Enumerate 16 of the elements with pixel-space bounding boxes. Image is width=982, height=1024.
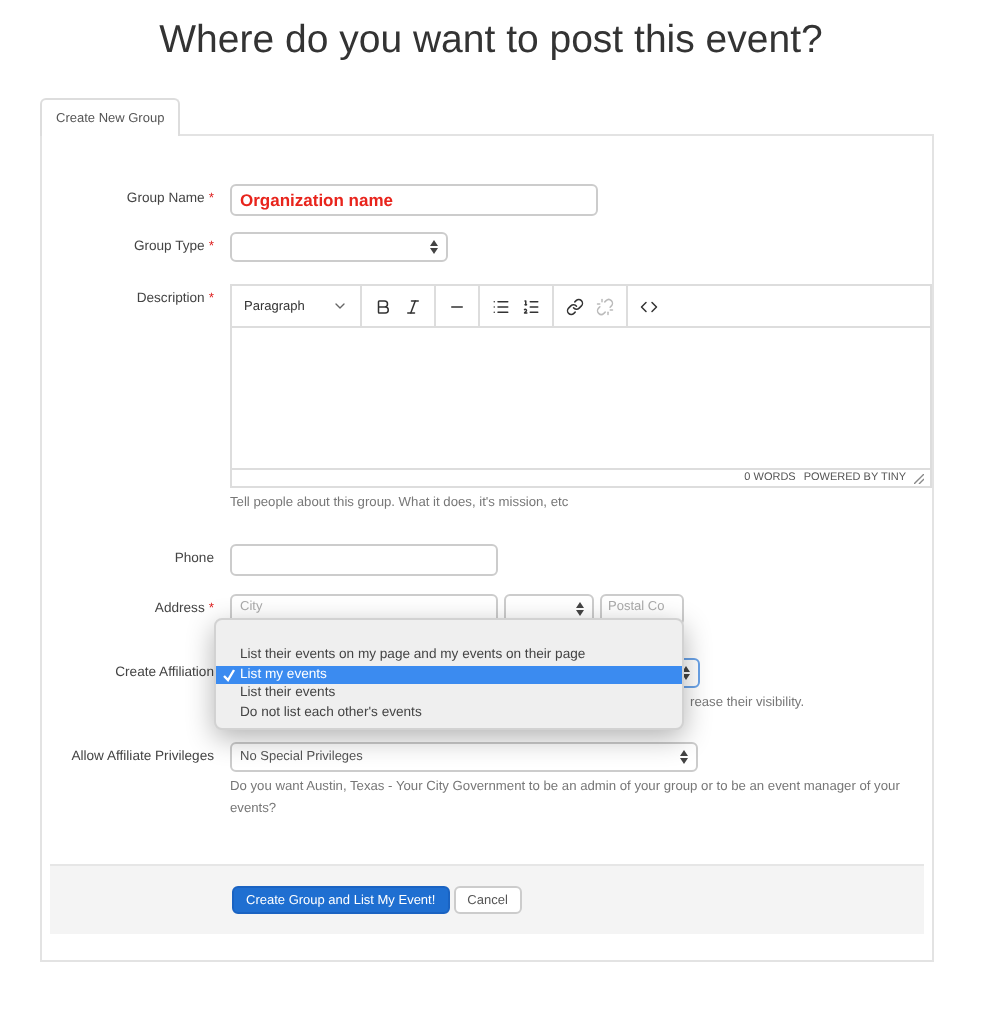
bold-icon[interactable] bbox=[374, 297, 393, 315]
select-arrows-icon bbox=[680, 750, 688, 764]
checkmark-icon bbox=[222, 667, 236, 682]
link-icon[interactable] bbox=[566, 297, 585, 315]
phone-field[interactable] bbox=[230, 544, 498, 576]
group-name-field[interactable]: Organization name bbox=[230, 184, 598, 216]
resize-handle-icon[interactable] bbox=[914, 473, 924, 483]
select-arrows-icon bbox=[576, 602, 584, 616]
italic-icon[interactable] bbox=[404, 297, 423, 315]
chevron-down-icon bbox=[332, 298, 349, 314]
code-icon[interactable] bbox=[640, 297, 659, 315]
numbered-list-icon[interactable] bbox=[522, 297, 541, 315]
page-title: Where do you want to post this event? bbox=[159, 18, 823, 64]
bullet-list-icon[interactable] bbox=[492, 297, 511, 315]
select-arrows-icon bbox=[430, 240, 438, 254]
select-arrows-icon bbox=[682, 666, 690, 680]
